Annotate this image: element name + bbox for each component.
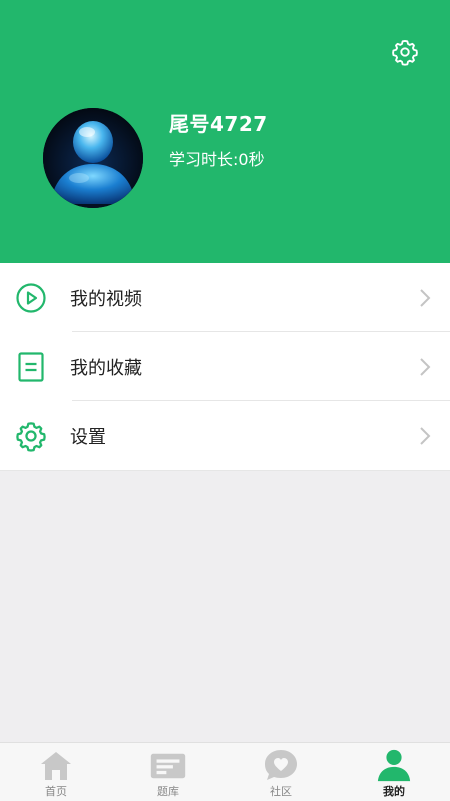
menu-item-settings[interactable]: 设置 bbox=[0, 401, 450, 470]
gear-icon bbox=[15, 420, 47, 452]
study-time: 学习时长:0秒 bbox=[169, 150, 265, 169]
document-icon bbox=[15, 351, 47, 383]
menu-item-label: 我的视频 bbox=[70, 289, 142, 310]
gear-outline-icon bbox=[392, 39, 418, 66]
menu-item-label: 设置 bbox=[70, 427, 106, 448]
chevron-right-icon bbox=[418, 426, 432, 446]
tab-label: 题库 bbox=[157, 785, 179, 798]
tab-label: 首页 bbox=[45, 785, 67, 798]
community-heart-icon bbox=[263, 748, 299, 782]
home-icon bbox=[38, 748, 74, 782]
tab-home[interactable]: 首页 bbox=[0, 743, 112, 801]
tab-label: 社区 bbox=[270, 785, 292, 798]
avatar[interactable] bbox=[43, 108, 143, 208]
bottom-tab-bar: 首页 题库 社区 我的 bbox=[0, 742, 450, 801]
menu-item-my-videos[interactable]: 我的视频 bbox=[0, 263, 450, 332]
play-circle-icon bbox=[15, 282, 47, 314]
tab-community[interactable]: 社区 bbox=[225, 743, 337, 801]
user-avatar-icon bbox=[43, 108, 143, 208]
profile-header: 尾号4727 学习时长:0秒 bbox=[0, 0, 450, 263]
menu-item-label: 我的收藏 bbox=[70, 358, 142, 379]
menu-item-my-favorites[interactable]: 我的收藏 bbox=[0, 332, 450, 401]
profile-menu: 我的视频 我的收藏 设置 bbox=[0, 263, 450, 471]
username: 尾号4727 bbox=[169, 112, 268, 136]
chevron-right-icon bbox=[418, 288, 432, 308]
tab-question-bank[interactable]: 题库 bbox=[112, 743, 224, 801]
divider bbox=[0, 470, 450, 471]
header-settings-button[interactable] bbox=[390, 37, 420, 67]
question-bank-icon bbox=[150, 748, 186, 782]
chevron-right-icon bbox=[418, 357, 432, 377]
tab-label: 我的 bbox=[383, 785, 405, 798]
tab-profile[interactable]: 我的 bbox=[338, 743, 450, 801]
profile-icon bbox=[376, 748, 412, 782]
